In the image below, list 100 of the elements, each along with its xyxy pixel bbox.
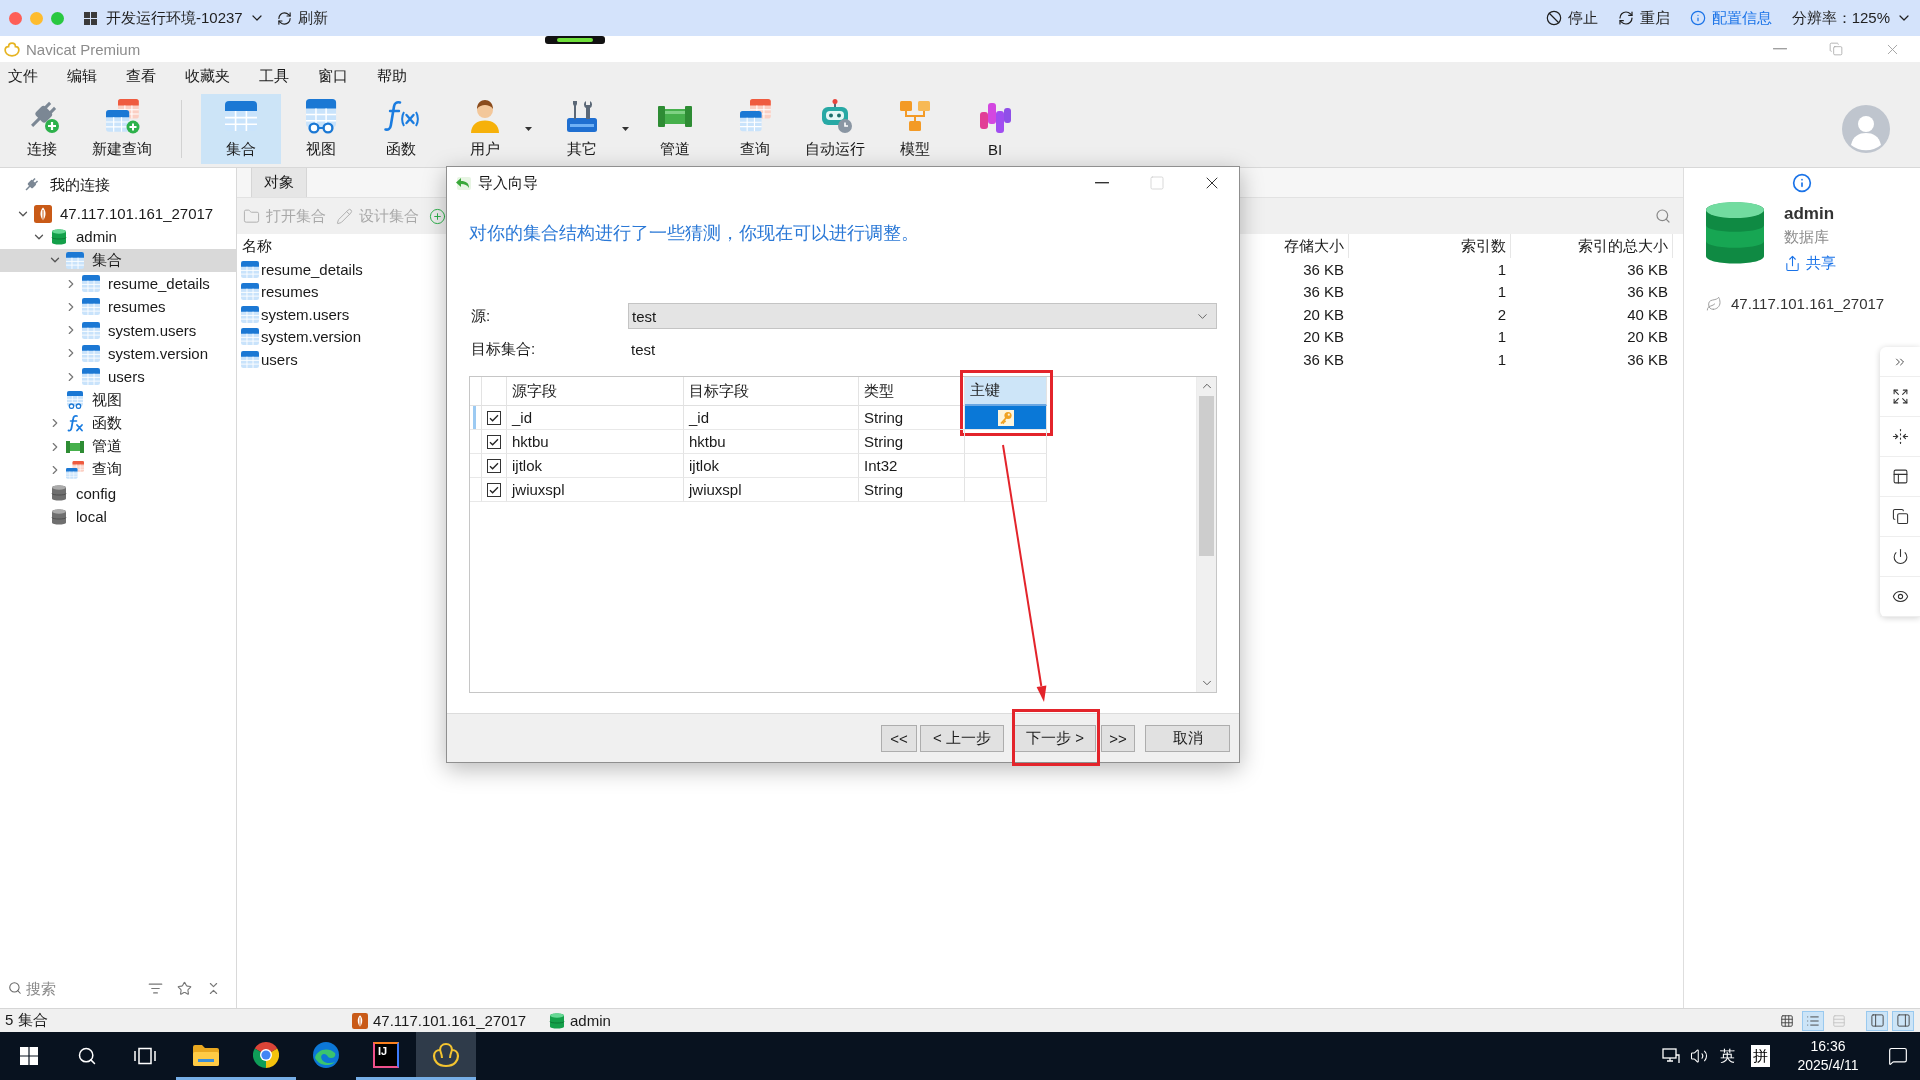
- tab[interactable]: 对象: [251, 168, 307, 197]
- list-view-icon: [1806, 1013, 1820, 1028]
- clock[interactable]: 16:36 2025/4/11: [1790, 1032, 1866, 1080]
- toolbar-button[interactable]: 用户: [445, 93, 525, 164]
- menu-item[interactable]: 编辑: [67, 66, 97, 86]
- checkbox[interactable]: [487, 434, 501, 449]
- four-panes-icon: [20, 1047, 38, 1065]
- checkbox[interactable]: [487, 482, 501, 497]
- tree-item[interactable]: 查询: [0, 458, 236, 482]
- taskbar-app[interactable]: [416, 1032, 476, 1080]
- dialog-button[interactable]: >>: [1101, 724, 1135, 752]
- toolbar-button[interactable]: BI: [955, 93, 1035, 164]
- folder-icon: [193, 1043, 219, 1066]
- table-cell: resumes: [261, 283, 319, 301]
- toolbar-button[interactable]: 连接: [2, 93, 82, 164]
- cloud-outline-icon: [432, 1041, 460, 1068]
- tree-item[interactable]: system.version: [0, 341, 236, 366]
- column-header: 索引数: [1349, 234, 1511, 258]
- panel-toggle[interactable]: [1866, 1010, 1888, 1031]
- table-cell-text: 36 KB: [1626, 259, 1669, 280]
- table-icon: [241, 305, 259, 323]
- table-icon: [82, 368, 100, 386]
- tree-item[interactable]: system.users: [0, 318, 236, 342]
- tree-item[interactable]: config: [0, 481, 236, 505]
- table-cell: hktbu: [507, 430, 684, 454]
- close-dot-icon[interactable]: [9, 11, 22, 25]
- table-cell-text: 40 KB: [1626, 304, 1669, 325]
- swirl-icon: [313, 1041, 339, 1068]
- share-link[interactable]: 共享: [1784, 254, 1836, 273]
- config-info-link[interactable]: 配置信息: [1689, 8, 1772, 28]
- eye-icon: [1891, 588, 1909, 605]
- tree-item[interactable]: 集合: [0, 248, 236, 272]
- tree-item[interactable]: resume_details: [0, 271, 236, 296]
- tree-item[interactable]: resumes: [0, 295, 236, 319]
- menu-item[interactable]: 文件: [8, 66, 38, 86]
- checkbox[interactable]: [487, 458, 501, 473]
- dialog-button[interactable]: < 上一步: [920, 724, 1004, 752]
- toolbar-button[interactable]: 视图: [281, 93, 361, 164]
- table-cell-text: 1: [1496, 282, 1507, 303]
- minimize-icon: [1773, 48, 1787, 50]
- pencil-icon: [336, 207, 353, 225]
- maximize-icon: [1148, 175, 1165, 191]
- search-field[interactable]: 搜索: [26, 979, 126, 997]
- menu-item[interactable]: 工具: [259, 66, 289, 86]
- notification-icon: [1888, 1046, 1908, 1066]
- tree-item[interactable]: 视图: [0, 388, 236, 412]
- layout-icon: [1891, 468, 1909, 485]
- menu-item[interactable]: 查看: [126, 66, 156, 86]
- menu-item[interactable]: 窗口: [318, 66, 348, 86]
- filter-icon[interactable]: [148, 980, 163, 996]
- dialog-button[interactable]: <<: [881, 724, 917, 752]
- tree-item[interactable]: admin: [0, 225, 236, 249]
- refresh-button[interactable]: 刷新: [276, 8, 328, 28]
- source-select[interactable]: test: [628, 303, 1217, 329]
- toolbar-button[interactable]: 自动运行: [795, 93, 875, 164]
- tree-item[interactable]: 管道: [0, 434, 236, 459]
- table-cell: resume_details: [261, 260, 363, 278]
- dialog-button[interactable]: 下一步 >: [1014, 724, 1096, 752]
- tree-item[interactable]: users: [0, 365, 236, 389]
- tree-item[interactable]: 函数: [0, 411, 236, 435]
- menu-item[interactable]: 收藏夹: [185, 66, 230, 86]
- table-cell: ijtlok: [507, 454, 684, 478]
- checkbox[interactable]: [487, 410, 501, 425]
- tree-item[interactable]: 47.117.101.161_27017: [0, 202, 236, 226]
- table-cell: system.version: [261, 328, 362, 346]
- zoom-dot-icon[interactable]: [51, 11, 64, 25]
- status-database: admin: [570, 1012, 611, 1029]
- table-cell: ijtlok: [684, 454, 859, 478]
- table-cell-text: 20 KB: [1626, 327, 1669, 348]
- dialog-button[interactable]: 取消: [1145, 724, 1230, 752]
- tree-item[interactable]: local: [0, 504, 236, 529]
- toolbar-button[interactable]: 模型: [875, 93, 955, 164]
- resolution-dropdown[interactable]: 分辨率：125%: [1791, 8, 1912, 28]
- environment-dropdown[interactable]: 开发运行环境-10237: [106, 8, 265, 28]
- scrollbar-thumb[interactable]: [1199, 396, 1214, 556]
- menu-item[interactable]: 帮助: [377, 66, 407, 86]
- ime-button[interactable]: 拼: [1751, 1045, 1770, 1067]
- restart-button[interactable]: 重启: [1617, 8, 1670, 28]
- table-icon: [82, 275, 100, 293]
- view-button[interactable]: [1802, 1010, 1824, 1031]
- toolbar-button[interactable]: 查询: [715, 93, 795, 164]
- task-view-icon: [134, 1047, 156, 1065]
- toolbar-button[interactable]: 管道: [635, 93, 715, 164]
- add-button[interactable]: [429, 207, 446, 225]
- table-icon: [241, 328, 259, 346]
- toolbar-button[interactable]: 集合: [201, 93, 281, 164]
- selected-cell[interactable]: [965, 406, 1047, 430]
- toolbar-button[interactable]: 其它: [542, 93, 622, 164]
- search-icon[interactable]: [1655, 208, 1671, 224]
- stop-button[interactable]: 停止: [1545, 8, 1598, 28]
- minimize-dot-icon[interactable]: [30, 11, 43, 25]
- table-icon: [82, 298, 100, 316]
- leaf-icon: [1706, 295, 1722, 312]
- input-mode-button[interactable]: 英: [1713, 1032, 1741, 1080]
- star-icon[interactable]: [177, 980, 192, 996]
- toolbar-button[interactable]: 函数: [361, 93, 441, 164]
- scrollbar[interactable]: [1196, 377, 1216, 692]
- toolbar-button[interactable]: 新建查询: [82, 93, 162, 164]
- panel-toggle[interactable]: [1892, 1010, 1914, 1031]
- app-logo: IJ: [373, 1041, 399, 1068]
